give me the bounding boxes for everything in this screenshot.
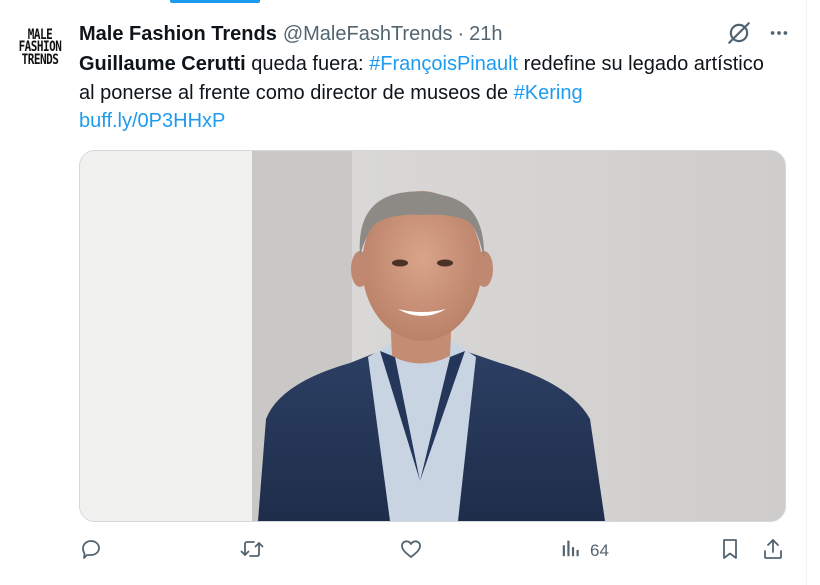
reply-icon bbox=[79, 537, 103, 566]
author-display-name[interactable]: Male Fashion Trends bbox=[79, 23, 277, 46]
share-button[interactable] bbox=[762, 537, 784, 566]
timeline-border bbox=[806, 0, 807, 585]
retweet-button[interactable] bbox=[239, 537, 265, 566]
header-actions bbox=[726, 20, 790, 46]
avatar-line-3: TRENDS bbox=[21, 50, 59, 68]
like-button[interactable] bbox=[399, 537, 423, 566]
tweet-image[interactable] bbox=[79, 150, 786, 522]
avatar[interactable]: MALE FASHION TRENDS bbox=[18, 9, 62, 84]
reply-button[interactable] bbox=[79, 537, 103, 566]
tweet-link[interactable]: buff.ly/0P3HHxP bbox=[79, 110, 225, 132]
grok-icon[interactable] bbox=[726, 20, 752, 46]
separator-dot: · bbox=[457, 22, 465, 45]
tweet-text: Guillaume Cerutti queda fuera: #François… bbox=[79, 50, 779, 136]
views-icon bbox=[560, 537, 582, 564]
views-count: 64 bbox=[590, 540, 609, 560]
like-icon bbox=[399, 537, 423, 566]
views-button[interactable]: 64 bbox=[560, 537, 609, 564]
text-part-1: queda fuera: bbox=[245, 53, 370, 75]
hashtag-kering[interactable]: #Kering bbox=[514, 82, 583, 104]
retweet-icon bbox=[239, 537, 265, 566]
hashtag-francoispinault[interactable]: #FrançoisPinault bbox=[369, 53, 518, 75]
tweet-actions: 64 bbox=[79, 537, 789, 567]
author-handle[interactable]: @MaleFashTrends bbox=[283, 23, 453, 46]
mentioned-name: Guillaume Cerutti bbox=[79, 53, 246, 75]
share-icon bbox=[762, 537, 784, 566]
tweet-header: Male Fashion Trends @MaleFashTrends · 21… bbox=[79, 22, 503, 46]
tweet-timestamp[interactable]: 21h bbox=[469, 23, 502, 46]
bookmark-icon bbox=[719, 537, 741, 566]
portrait-photo bbox=[80, 151, 785, 521]
bookmark-button[interactable] bbox=[719, 537, 741, 566]
more-icon[interactable] bbox=[768, 22, 790, 44]
active-tab-indicator bbox=[170, 0, 260, 3]
